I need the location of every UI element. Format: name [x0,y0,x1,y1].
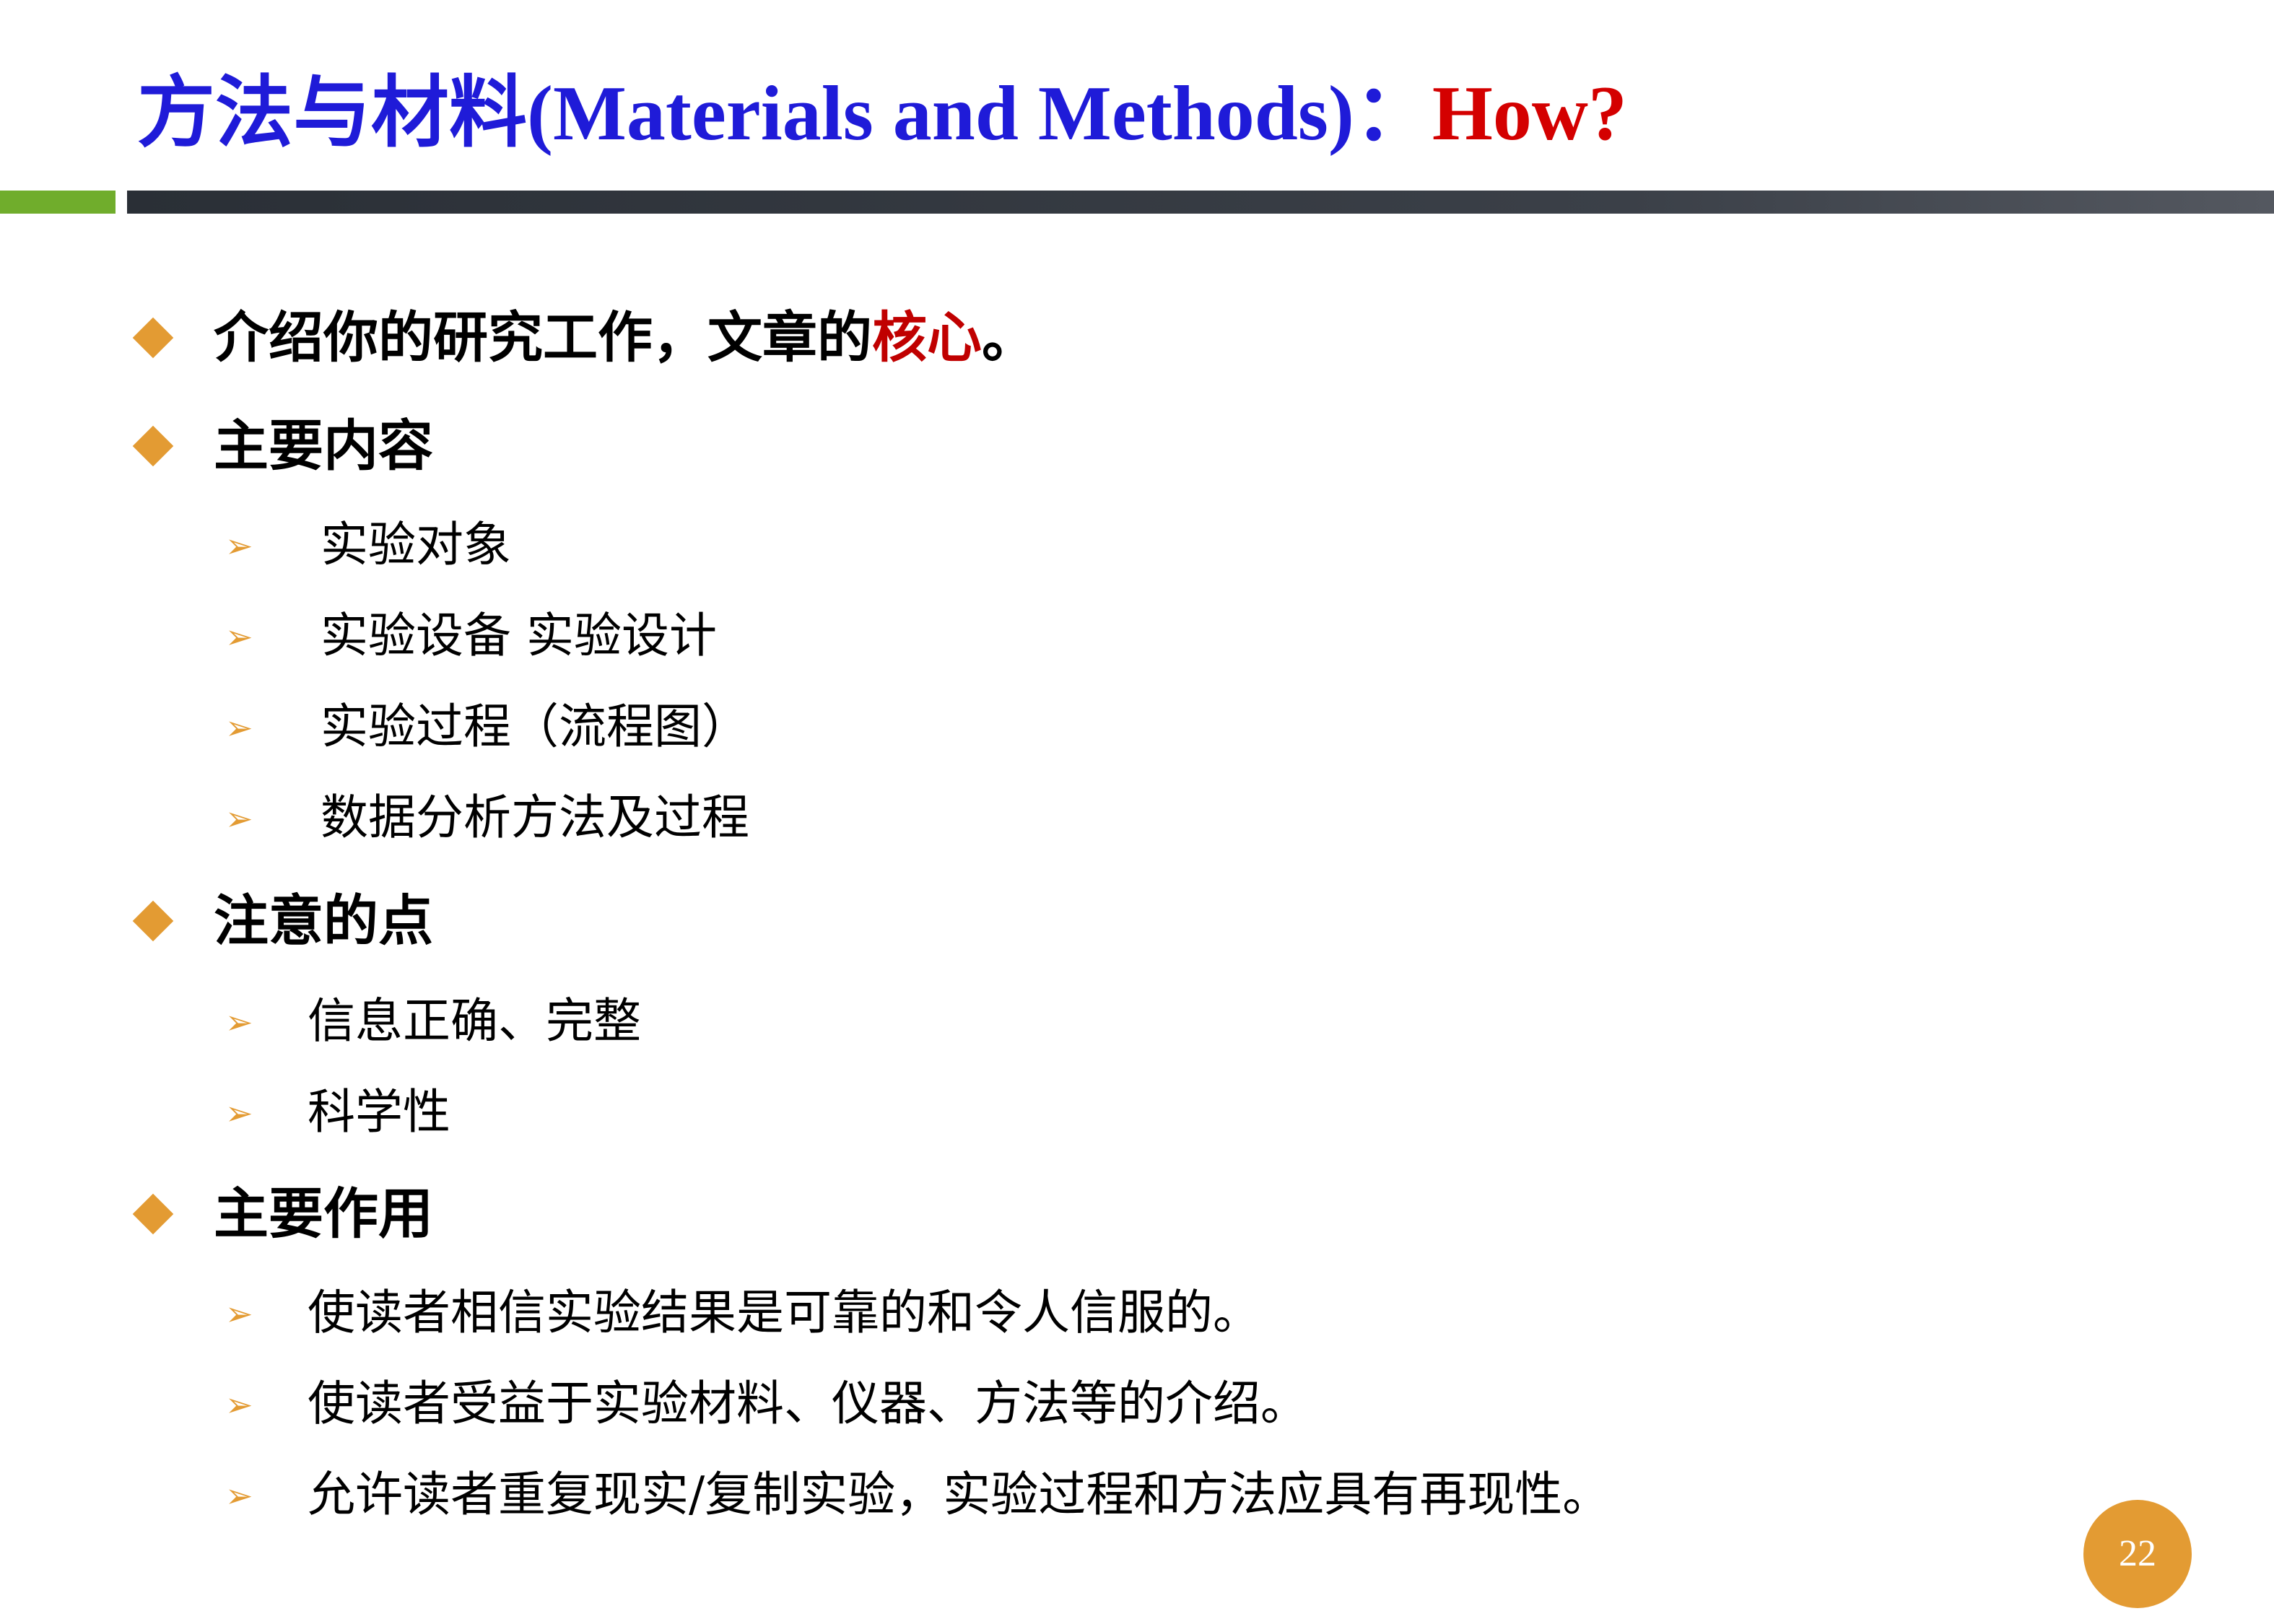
bullet-main-role: 主要作用 [214,1182,433,1246]
bullet-core-intro-highlight: 核心 [872,305,982,370]
sub-item-benefit: 使读者受益于实验材料、仪器、方法等的介绍。 [308,1376,1308,1431]
page-number-badge: 22 [2083,1500,2192,1608]
title-divider-green [0,191,116,214]
bullet-notes: 注意的点 [214,889,433,953]
bullet-core-intro: 介绍你的研究工作，文章的核心。 [214,302,1037,374]
sub-item-scientific: 科学性 [308,1084,450,1140]
slide-title-main: 方法与材料(Materials and Methods)： [137,71,1432,157]
sub-item-process: 实验过程（流程图） [321,699,749,754]
diamond-bullet-icon [132,1193,174,1235]
diamond-bullet-icon [132,317,174,359]
sub-item-analysis: 数据分析方法及过程 [321,790,749,845]
title-divider-dark [127,191,2274,214]
bullet-core-intro-after: 。 [982,305,1037,370]
arrowhead-bullet-icon: ➢ [225,799,253,838]
sub-item-equipment-design: 实验设备 实验设计 [321,608,717,663]
slide-title-accent: How? [1432,71,1627,157]
sub-item-accuracy: 信息正确、完整 [308,993,641,1049]
arrowhead-bullet-icon: ➢ [225,1476,253,1515]
arrowhead-bullet-icon: ➢ [225,1093,253,1132]
sub-item-credibility: 使读者相信实验结果是可靠的和令人信服的。 [308,1285,1260,1340]
diamond-bullet-icon [132,900,174,942]
arrowhead-bullet-icon: ➢ [225,1385,253,1424]
diamond-bullet-icon [132,425,174,467]
slide-title: 方法与材料(Materials and Methods)：How? [137,56,1627,172]
arrowhead-bullet-icon: ➢ [225,1294,253,1333]
arrowhead-bullet-icon: ➢ [225,617,253,656]
sub-item-reproducibility: 允许读者重复现实/复制实验，实验过程和方法应具有再现性。 [308,1467,1611,1522]
arrowhead-bullet-icon: ➢ [225,1003,253,1042]
bullet-core-intro-before: 介绍你的研究工作，文章的 [214,305,872,370]
sub-item-subjects: 实验对象 [321,517,511,572]
bullet-main-content: 主要内容 [214,414,433,478]
arrowhead-bullet-icon: ➢ [225,708,253,747]
arrowhead-bullet-icon: ➢ [225,526,253,565]
